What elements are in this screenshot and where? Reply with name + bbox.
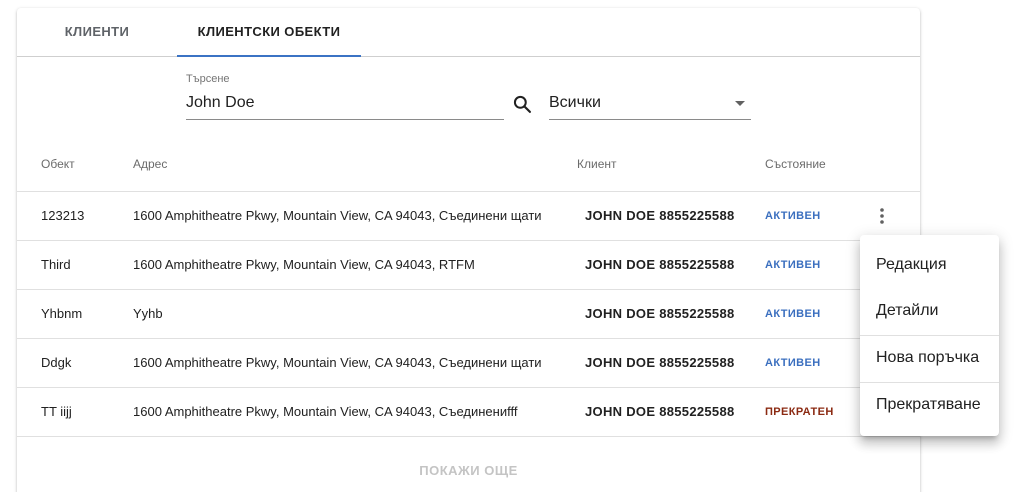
row-context-menu: Редакция Детайли Нова поръчка Прекратява… (860, 235, 999, 436)
object-cell: 123213 (41, 208, 85, 223)
show-more-button[interactable]: ПОКАЖИ ОЩЕ (17, 459, 920, 483)
search-input[interactable] (186, 91, 476, 115)
menu-item-new-order[interactable]: Нова поръчка (860, 335, 999, 381)
client-cell: JOHN DOE 8855225588 (585, 404, 735, 419)
table-row[interactable]: Yhbnm Yyhb JOHN DOE 8855225588 АКТИВЕН (17, 290, 920, 339)
table-header: Обект Адрес Клиент Състояние (17, 143, 920, 192)
address-cell: 1600 Amphitheatre Pkwy, Mountain View, C… (133, 257, 475, 272)
object-cell: Ddgk (41, 355, 72, 370)
object-cell: Third (41, 257, 71, 272)
objects-card: КЛИЕНТИ КЛИЕНТСКИ ОБЕКТИ Търсене Всички … (17, 8, 920, 492)
object-cell: TT iijj (41, 404, 72, 419)
menu-item-edit[interactable]: Редакция (860, 242, 999, 288)
tab-clients[interactable]: КЛИЕНТИ (17, 8, 177, 56)
column-header-object[interactable]: Обект (41, 157, 75, 171)
menu-item-details[interactable]: Детайли (860, 288, 999, 334)
address-cell: 1600 Amphitheatre Pkwy, Mountain View, C… (133, 404, 518, 419)
menu-item-terminate[interactable]: Прекратяване (860, 382, 999, 428)
objects-table: Обект Адрес Клиент Състояние 123213 1600… (17, 143, 920, 437)
client-cell: JOHN DOE 8855225588 (585, 355, 735, 370)
status-badge: АКТИВЕН (765, 308, 821, 320)
search-icon[interactable] (512, 94, 532, 114)
client-cell: JOHN DOE 8855225588 (585, 306, 735, 321)
tab-bar: КЛИЕНТИ КЛИЕНТСКИ ОБЕКТИ (17, 8, 920, 57)
chevron-down-icon (735, 101, 745, 106)
state-filter-value: Всички (549, 94, 601, 111)
status-badge: АКТИВЕН (765, 259, 821, 271)
client-cell: JOHN DOE 8855225588 (585, 257, 735, 272)
more-vert-icon[interactable] (872, 206, 892, 226)
object-cell: Yhbnm (41, 306, 83, 321)
status-badge: АКТИВЕН (765, 210, 821, 222)
column-header-address[interactable]: Адрес (133, 157, 167, 171)
table-row[interactable]: TT iijj 1600 Amphitheatre Pkwy, Mountain… (17, 388, 920, 437)
table-row[interactable]: 123213 1600 Amphitheatre Pkwy, Mountain … (17, 192, 920, 241)
status-badge: ПРЕКРАТЕН (765, 406, 834, 418)
address-cell: Yyhb (133, 306, 163, 321)
address-cell: 1600 Amphitheatre Pkwy, Mountain View, C… (133, 208, 542, 223)
table-row[interactable]: Ddgk 1600 Amphitheatre Pkwy, Mountain Vi… (17, 339, 920, 388)
search-field[interactable]: Търсене (186, 71, 504, 120)
address-cell: 1600 Amphitheatre Pkwy, Mountain View, C… (133, 355, 542, 370)
state-filter-select[interactable]: Всички (549, 92, 751, 120)
table-row[interactable]: Third 1600 Amphitheatre Pkwy, Mountain V… (17, 241, 920, 290)
tab-client-objects[interactable]: КЛИЕНТСКИ ОБЕКТИ (177, 8, 361, 57)
column-header-client[interactable]: Клиент (577, 157, 617, 171)
column-header-state[interactable]: Състояние (765, 157, 826, 171)
status-badge: АКТИВЕН (765, 357, 821, 369)
client-cell: JOHN DOE 8855225588 (585, 208, 735, 223)
search-label: Търсене (186, 73, 230, 85)
